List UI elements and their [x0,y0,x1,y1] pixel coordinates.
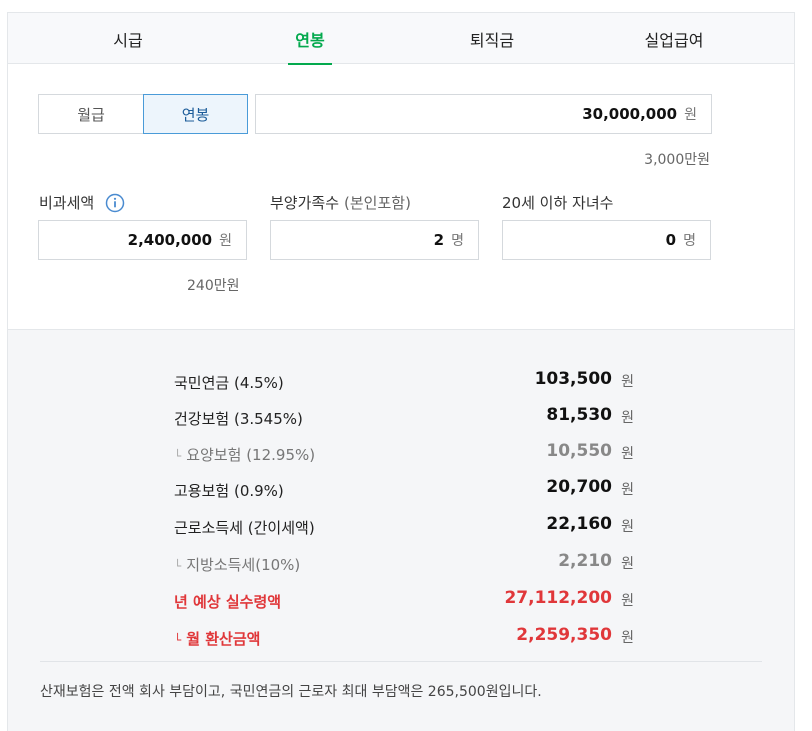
result-amount: 2,210 [558,551,612,571]
result-unit: 원 [621,593,634,609]
result-unit: 원 [621,630,634,646]
dependents-input[interactable]: 2 명 [270,220,479,260]
dependents-unit: 명 [451,233,464,249]
tab-unemployment[interactable]: 실업급여 [614,13,734,64]
result-name: 국민연금 (4.5%) [174,374,284,392]
children-value: 0 [665,231,677,249]
result-name-group: └ 지방소득세(10%) [174,554,300,575]
result-unit: 원 [621,519,634,535]
result-amount: 103,500 [534,369,612,389]
salary-input[interactable]: 30,000,000 원 [255,94,712,134]
info-icon[interactable] [105,193,125,213]
result-name: 요양보험 (12.95%) [186,446,316,464]
result-name: 년 예상 실수령액 [174,593,282,611]
footnote: 산재보험은 전액 회사 부담이고, 국민연금의 근로자 최대 부담액은 265,… [40,684,542,700]
result-row-care-insurance: └ 요양보험 (12.95%) 10,550 원 [174,441,634,465]
nontaxable-label-group: 비과세액 [39,192,125,213]
result-name: 근로소득세 (간이세액) [174,519,315,537]
results-panel: 국민연금 (4.5%) 103,500 원 건강보험 (3.545%) 81,5… [8,329,794,731]
tab-hourly[interactable]: 시급 [68,13,188,64]
tab-label: 연봉 [295,30,325,50]
result-amount: 2,259,350 [516,625,612,645]
sub-item-marker: └ [174,449,182,463]
annual-toggle-button[interactable]: 연봉 [143,94,248,134]
result-name: 월 환산금액 [186,630,261,648]
result-row-employment-insurance: 고용보험 (0.9%) 20,700 원 [174,477,634,501]
calculator-tabs: 시급 연봉 퇴직금 실업급여 [8,13,794,64]
children-label: 20세 이하 자녀수 [502,194,614,212]
result-amount: 22,160 [546,514,612,534]
dependents-sub-label: (본인포함) [344,194,411,212]
result-name: 건강보험 (3.545%) [174,410,303,428]
result-name-group: └ 요양보험 (12.95%) [174,444,315,465]
tab-annual[interactable]: 연봉 [250,13,370,64]
sub-item-marker: └ [174,559,182,573]
nontaxable-label: 비과세액 [39,194,95,212]
divider [40,661,762,662]
result-unit: 원 [621,446,634,462]
tab-label: 시급 [113,30,143,50]
nontaxable-korean-amount: 240만원 [187,278,240,294]
result-row-income-tax: 근로소득세 (간이세액) 22,160 원 [174,514,634,538]
children-input[interactable]: 0 명 [502,220,711,260]
tab-label: 퇴직금 [469,30,515,50]
nontaxable-unit: 원 [219,233,232,249]
result-unit: 원 [621,556,634,572]
dependents-value: 2 [433,231,445,249]
result-row-national-pension: 국민연금 (4.5%) 103,500 원 [174,369,634,393]
result-unit: 원 [621,374,634,390]
result-unit: 원 [621,482,634,498]
salary-calculator-card: 시급 연봉 퇴직금 실업급여 월급 연봉 30,000,000 원 3,000만… [7,12,795,731]
sub-item-marker: └ [174,633,182,647]
salary-unit: 원 [684,107,697,123]
children-unit: 명 [683,233,696,249]
result-amount: 81,530 [546,405,612,425]
result-name: 고용보험 (0.9%) [174,482,284,500]
result-amount: 20,700 [546,477,612,497]
result-amount: 27,112,200 [504,588,612,608]
tab-label: 실업급여 [644,30,704,50]
result-row-annual-net-pay: 년 예상 실수령액 27,112,200 원 [174,588,634,612]
nontaxable-value: 2,400,000 [127,231,213,249]
monthly-toggle-button[interactable]: 월급 [38,94,143,134]
result-row-local-income-tax: └ 지방소득세(10%) 2,210 원 [174,551,634,575]
result-row-monthly-net-pay: └ 월 환산금액 2,259,350 원 [174,625,634,649]
salary-korean-amount: 3,000만원 [644,152,710,168]
dependents-label: 부양가족수 [270,194,340,212]
result-name: 지방소득세(10%) [186,556,301,574]
nontaxable-input[interactable]: 2,400,000 원 [38,220,247,260]
dependents-label-group: 부양가족수 (본인포함) [270,192,411,213]
result-amount: 10,550 [546,441,612,461]
result-name-group: └ 월 환산금액 [174,628,260,649]
result-row-health-insurance: 건강보험 (3.545%) 81,530 원 [174,405,634,429]
tab-severance[interactable]: 퇴직금 [432,13,552,64]
result-unit: 원 [621,410,634,426]
salary-value: 30,000,000 [582,105,678,123]
